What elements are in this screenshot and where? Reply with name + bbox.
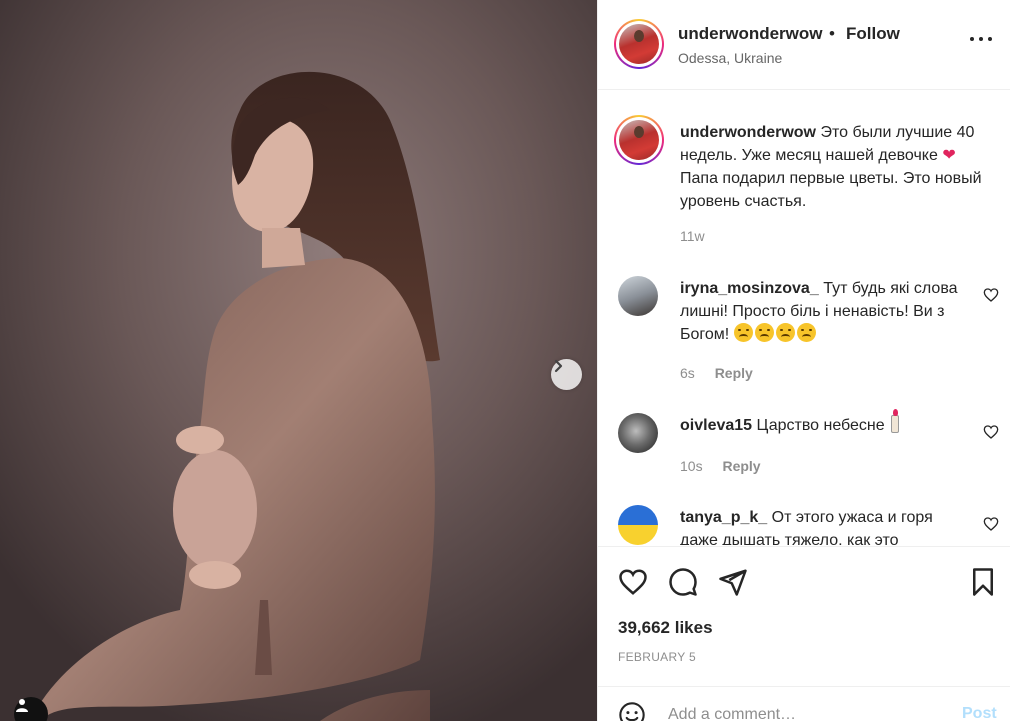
comments-list[interactable]: underwonderwow Это были лучшие 40 недель… — [598, 91, 1010, 545]
more-horizontal-icon — [970, 37, 974, 41]
comment-time[interactable]: 10s — [680, 458, 703, 474]
comment-meta: 6s Reply — [680, 365, 753, 381]
caption-username[interactable]: underwonderwow — [680, 124, 816, 141]
smiley-icon[interactable] — [618, 701, 646, 721]
post-date[interactable]: FEBRUARY 5 — [618, 650, 696, 664]
photo-illustration — [0, 0, 597, 721]
comment-username[interactable]: oivleva15 — [680, 417, 752, 434]
heart-icon[interactable] — [983, 424, 999, 440]
next-slide-button[interactable] — [551, 359, 582, 390]
bookmark-icon[interactable] — [968, 567, 998, 597]
comment-input[interactable] — [668, 703, 948, 721]
comment-username[interactable]: tanya_p_k_ — [680, 509, 767, 526]
more-options-button[interactable] — [970, 34, 992, 44]
red-heart-emoji: ❤ — [942, 147, 956, 164]
comment-bubble-icon[interactable] — [668, 567, 698, 597]
comment-meta: 10s Reply — [680, 458, 761, 474]
comment-body: tanya_p_k_ От этого ужаса и горя даже ды… — [680, 506, 970, 545]
comment-body: iryna_mosinzova_ Тут будь які слова лишн… — [680, 277, 970, 346]
heart-icon[interactable] — [983, 287, 999, 303]
heart-icon[interactable] — [618, 567, 648, 597]
reply-button[interactable]: Reply — [722, 458, 760, 474]
post-photo[interactable] — [0, 0, 597, 721]
follow-button[interactable]: Follow — [846, 24, 900, 44]
author-username[interactable]: underwonderwow — [678, 24, 823, 44]
commenter-avatar[interactable] — [618, 413, 658, 453]
post-header: underwonderwow • Follow Odessa, Ukraine — [598, 0, 1010, 90]
caption-avatar[interactable] — [614, 115, 664, 165]
post-actions: 39,662 likes FEBRUARY 5 — [598, 546, 1010, 686]
heart-icon[interactable] — [983, 516, 999, 532]
paper-plane-icon[interactable] — [718, 567, 748, 597]
comment-time[interactable]: 6s — [680, 365, 695, 381]
likes-count[interactable]: 39,662 likes — [618, 618, 713, 638]
commenter-avatar[interactable] — [618, 276, 658, 316]
comment-text: Царство небесне — [756, 417, 885, 434]
post-side-panel: underwonderwow • Follow Odessa, Ukraine … — [597, 0, 1010, 721]
user-tag-icon — [16, 699, 28, 712]
post-location[interactable]: Odessa, Ukraine — [678, 50, 782, 66]
author-avatar[interactable] — [614, 19, 664, 69]
reply-button[interactable]: Reply — [715, 365, 753, 381]
candle-emoji — [891, 409, 900, 433]
commenter-avatar[interactable] — [618, 505, 658, 545]
comment-username[interactable]: iryna_mosinzova_ — [680, 280, 819, 297]
post-caption: underwonderwow Это были лучшие 40 недель… — [680, 121, 985, 213]
chevron-right-icon — [554, 359, 563, 373]
crying-face-emoji — [733, 323, 818, 343]
caption-text-2: Папа подарил первые цветы. Это новый уро… — [680, 170, 982, 210]
comment-body: oivleva15 Царство небесне — [680, 409, 970, 437]
separator-dot: • — [829, 24, 835, 43]
post-comment-button[interactable]: Post — [962, 705, 997, 721]
add-comment-bar: Post — [598, 686, 1010, 721]
caption-timestamp[interactable]: 11w — [680, 228, 705, 244]
